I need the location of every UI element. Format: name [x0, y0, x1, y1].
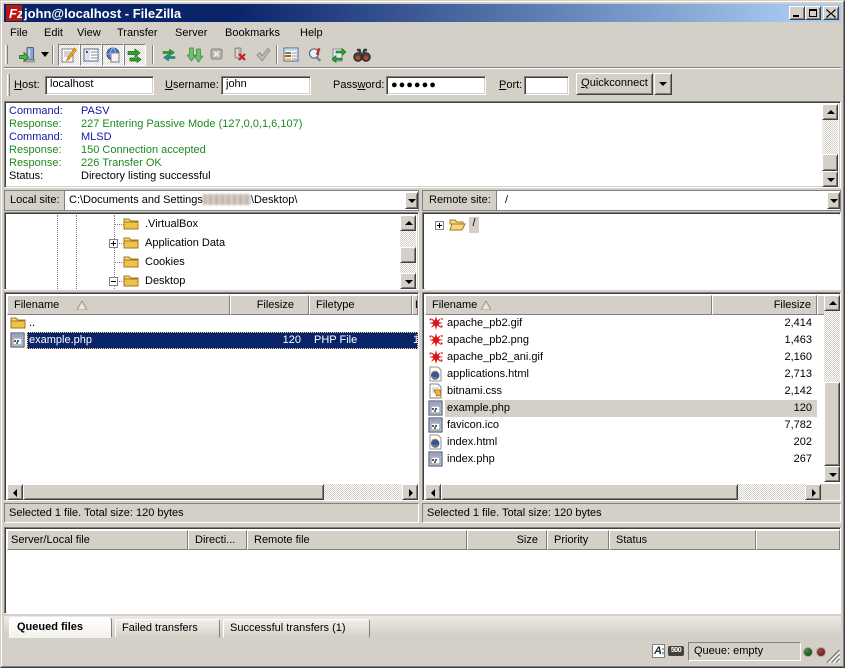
svg-text:Fz: Fz [9, 6, 22, 21]
